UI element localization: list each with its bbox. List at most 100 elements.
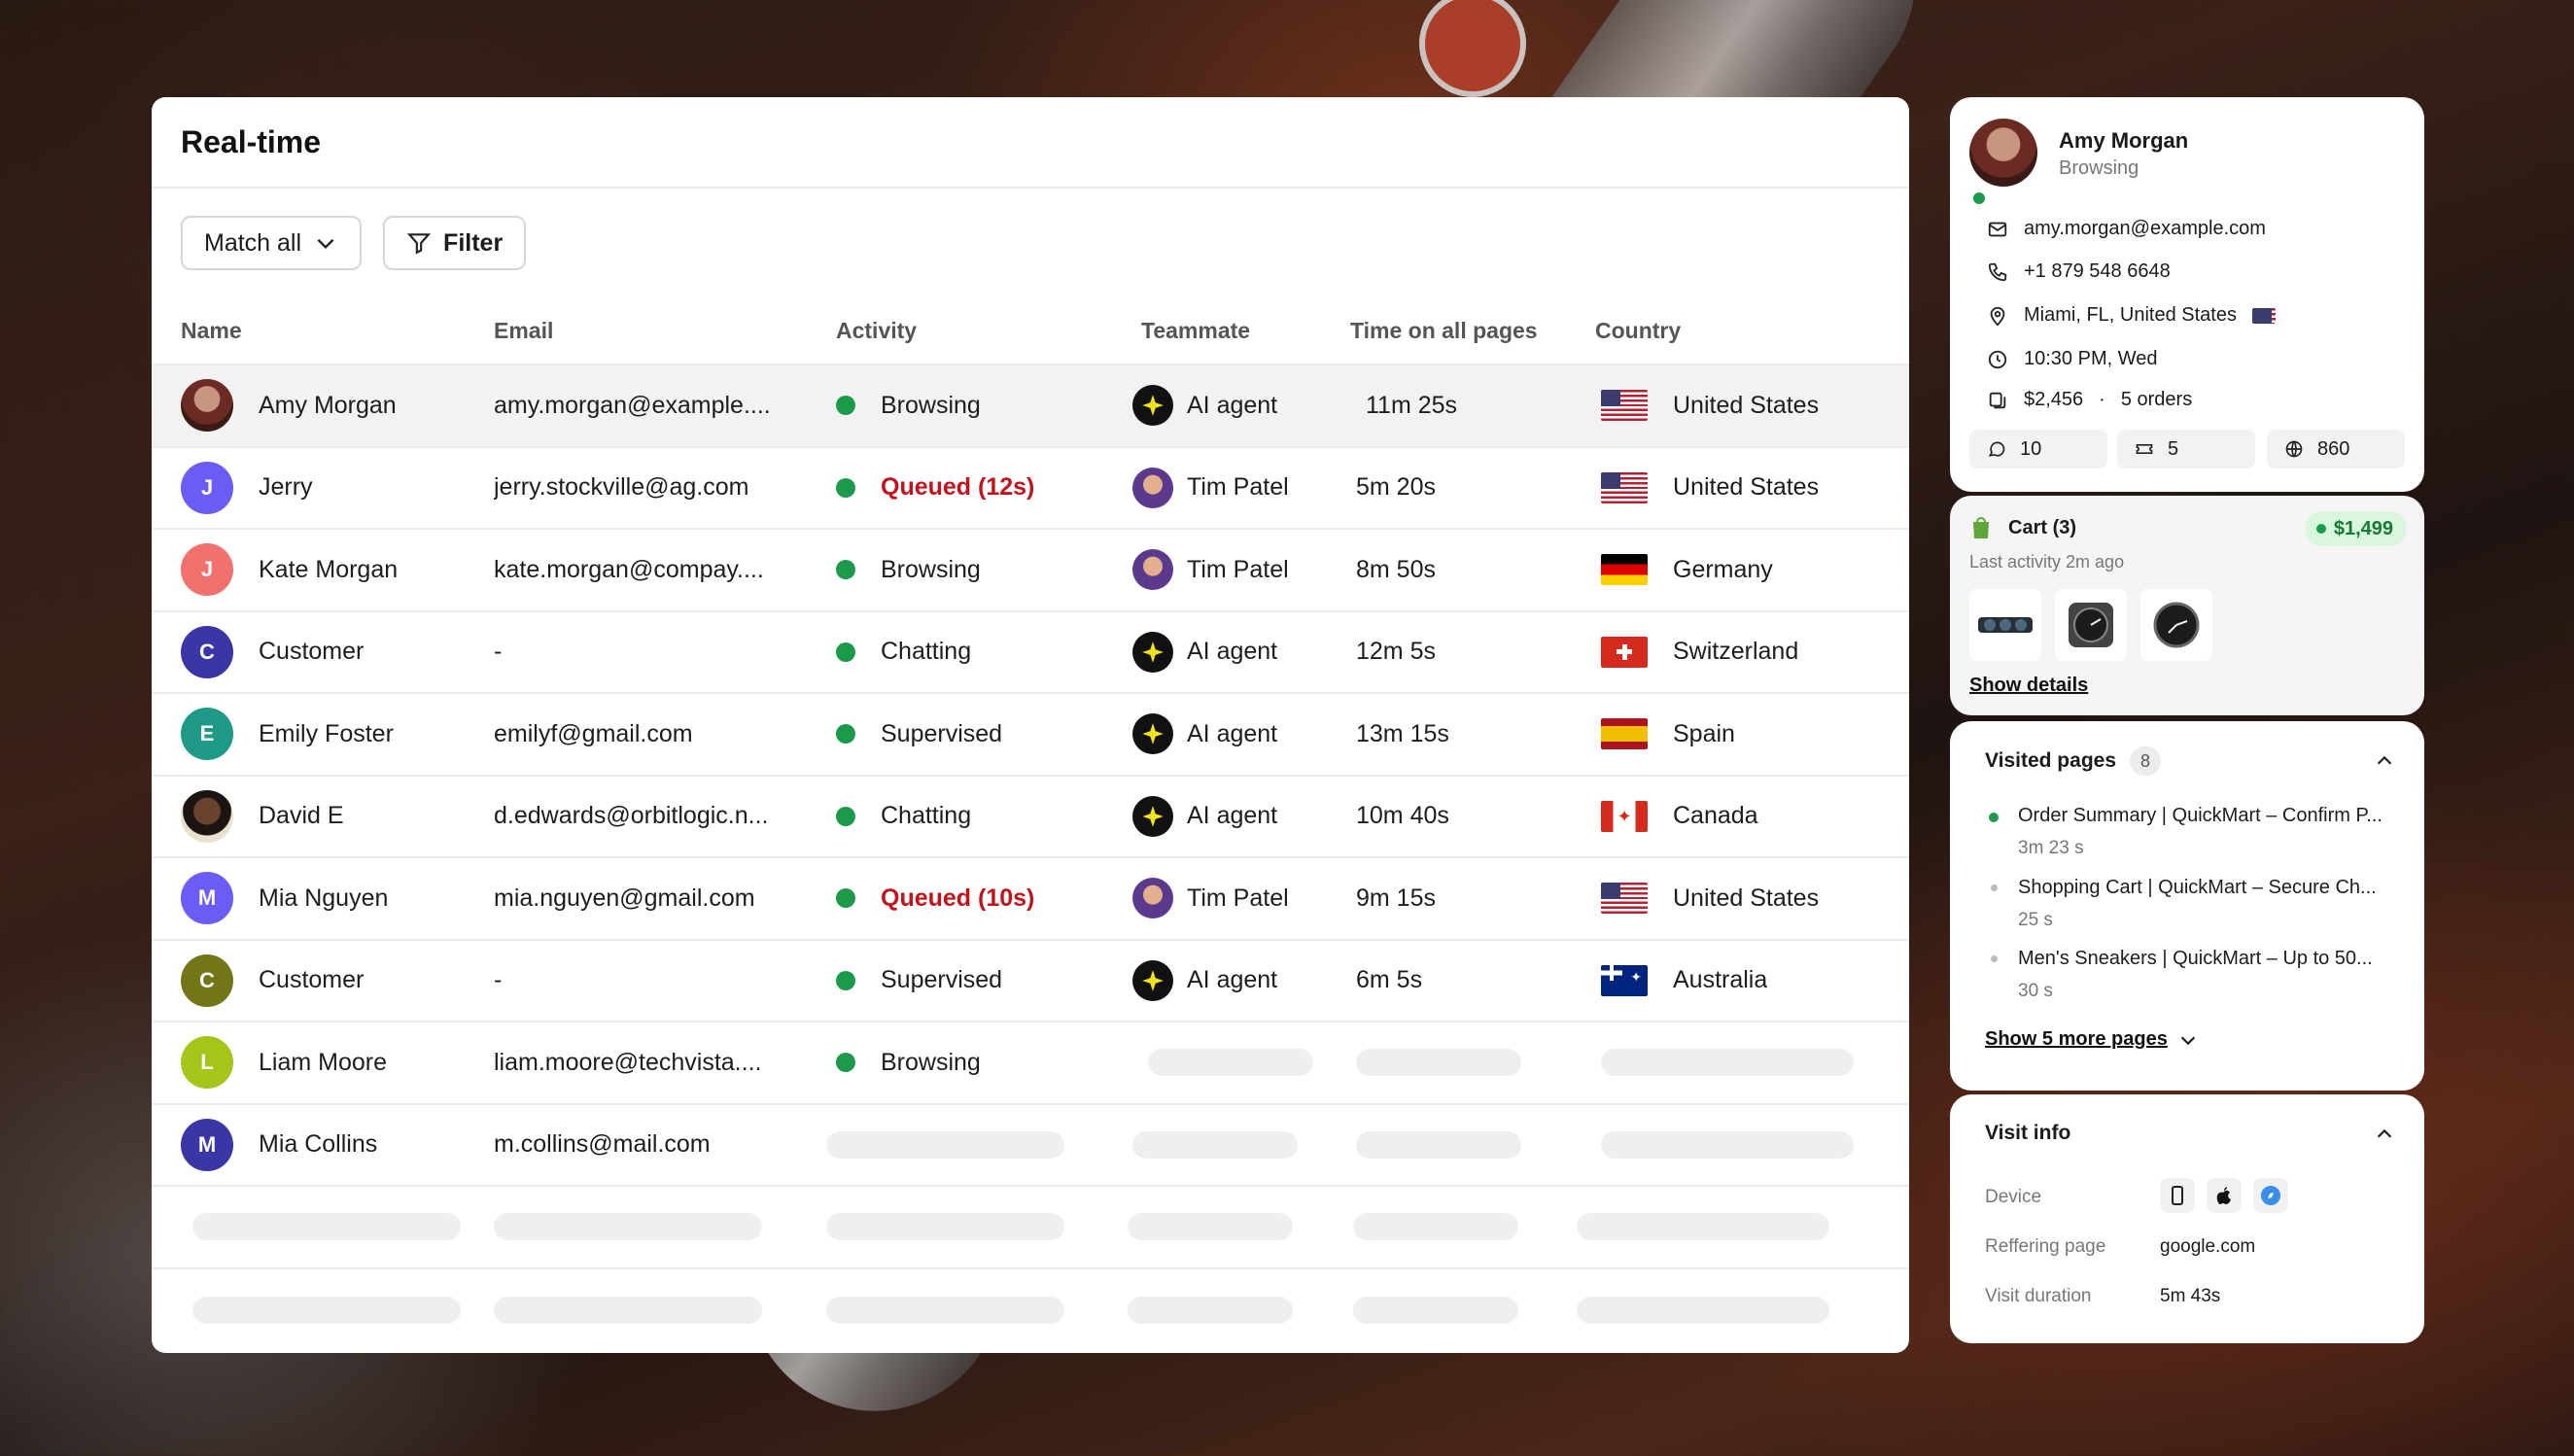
visitor-email: mia.nguyen@gmail.com — [494, 884, 755, 912]
visited-page-title[interactable]: Shopping Cart | QuickMart – Secure Ch... — [2018, 877, 2397, 899]
visitor-name: Liam Moore — [259, 1048, 387, 1076]
table-row[interactable]: C Customer - Supervised AI agent 6m 5s Au… — [152, 941, 1909, 1023]
online-status-dot — [836, 888, 855, 909]
chevron-up-icon[interactable] — [2374, 750, 2395, 772]
chat-bubble-icon — [1988, 441, 2005, 457]
referring-page-value[interactable]: google.com — [2160, 1236, 2255, 1258]
visitor-name: Customer — [259, 966, 365, 994]
time-on-pages: 11m 25s — [1366, 391, 1458, 419]
online-status-dot — [836, 396, 855, 416]
loading-placeholder — [1577, 1296, 1829, 1324]
table-row[interactable]: Amy Morgan amy.morgan@example.... Browsi… — [152, 365, 1909, 448]
ai-agent-icon — [1132, 713, 1173, 755]
tickets-stat[interactable]: 5 — [2117, 430, 2255, 468]
profile-email[interactable]: amy.morgan@example.com — [2024, 218, 2266, 240]
loading-placeholder — [192, 1296, 461, 1324]
column-header-time[interactable]: Time on all pages — [1350, 318, 1595, 344]
loading-placeholder — [192, 1213, 461, 1241]
table-row[interactable]: M Mia Collins m.collins@mail.com — [152, 1105, 1909, 1187]
activity-status: Queued (12s) — [881, 473, 1035, 502]
loading-placeholder — [826, 1296, 1064, 1324]
visited-pages-header[interactable]: Visited pages 8 — [1985, 746, 2162, 776]
visited-page-title[interactable]: Men's Sneakers | QuickMart – Up to 50... — [2018, 948, 2397, 970]
visited-page-title[interactable]: Order Summary | QuickMart – Confirm P... — [2018, 805, 2397, 827]
table-row[interactable]: C Customer - Chatting AI agent 12m 5s Swi… — [152, 612, 1909, 694]
table-row[interactable]: J Kate Morgan kate.morgan@compay.... Brow… — [152, 530, 1909, 612]
table-row[interactable]: David E d.edwards@orbitlogic.n... Chatti… — [152, 777, 1909, 858]
teammate-name: AI agent — [1187, 391, 1278, 419]
location-pin-icon — [1990, 306, 2005, 326]
activity-status: Supervised — [881, 719, 1003, 747]
profile-status: Browsing — [2059, 157, 2139, 179]
phone-icon — [1988, 262, 2007, 281]
table-row[interactable]: E Emily Foster emilyf@gmail.com Supervise… — [152, 694, 1909, 777]
table-row[interactable]: L Liam Moore liam.moore@techvista.... Bro… — [152, 1023, 1909, 1105]
toolbar: Match all Filter — [152, 189, 1909, 297]
avatar — [1969, 119, 2037, 187]
visited-pages-panel: Visited pages 8 Order Summary | QuickMar… — [1950, 721, 2424, 1091]
match-all-dropdown[interactable]: Match all — [181, 216, 363, 270]
online-status-dot — [1971, 191, 1987, 206]
cart-item-thumbnail[interactable] — [2140, 589, 2212, 661]
online-status-dot — [836, 1053, 855, 1073]
orders-icon — [1989, 392, 2006, 408]
loading-placeholder — [1353, 1296, 1518, 1324]
us-flag-icon — [1601, 390, 1648, 422]
table-row[interactable]: M Mia Nguyen mia.nguyen@gmail.com Queued … — [152, 858, 1909, 941]
status-dot — [2315, 524, 2326, 534]
column-header-activity[interactable]: Activity — [836, 318, 1141, 344]
visitor-name: Customer — [259, 638, 365, 666]
product-image-icon — [2153, 602, 2200, 648]
profile-phone[interactable]: +1 879 548 6648 — [2024, 260, 2171, 283]
germany-flag-icon — [1601, 554, 1648, 586]
us-flag-icon — [1601, 471, 1648, 503]
avatar: E — [181, 708, 233, 761]
visit-info-title[interactable]: Visit info — [1985, 1122, 2070, 1145]
show-more-pages-button[interactable]: Show 5 more pages — [1985, 1028, 2199, 1051]
loading-placeholder — [1601, 1049, 1854, 1077]
time-on-pages: 5m 20s — [1356, 473, 1436, 502]
country-name: United States — [1673, 473, 1820, 502]
visitor-profile-panel: Amy Morgan Browsing amy.morgan@example.c… — [1950, 97, 2424, 492]
cart-item-thumbnail[interactable] — [2055, 589, 2127, 661]
teammate-name: AI agent — [1187, 802, 1278, 830]
country-name: Canada — [1673, 802, 1758, 830]
table-row[interactable]: J Jerry jerry.stockville@ag.com Queued (1… — [152, 448, 1909, 530]
background-emblem — [1419, 0, 1526, 97]
filter-button[interactable]: Filter — [383, 216, 527, 270]
loading-placeholder — [1356, 1049, 1521, 1077]
show-details-link[interactable]: Show details — [1969, 675, 2088, 697]
avatar: C — [181, 953, 233, 1007]
filter-icon — [406, 233, 432, 255]
column-header-country[interactable]: Country — [1595, 318, 1887, 344]
time-on-pages: 9m 15s — [1356, 884, 1436, 912]
visits-stat[interactable]: 860 — [2267, 430, 2405, 468]
column-header-email[interactable]: Email — [494, 318, 836, 344]
loading-placeholder — [1128, 1296, 1293, 1324]
clock-icon — [1988, 350, 2007, 368]
chats-stat[interactable]: 10 — [1969, 430, 2107, 468]
loading-placeholder — [494, 1213, 762, 1241]
card-header: Real-time — [152, 97, 1909, 189]
chevron-up-icon[interactable] — [2374, 1124, 2395, 1145]
ai-agent-icon — [1132, 795, 1173, 837]
cart-last-activity: Last activity 2m ago — [1969, 552, 2125, 572]
referring-page-label: Reffering page — [1985, 1236, 2106, 1257]
visitor-email: emilyf@gmail.com — [494, 719, 693, 747]
ai-agent-icon — [1132, 385, 1173, 427]
mobile-device-icon — [2160, 1178, 2195, 1213]
separator-dot: · — [2099, 389, 2105, 410]
device-label: Device — [1985, 1187, 2042, 1207]
teammate-name: Tim Patel — [1187, 884, 1289, 912]
page-title: Real-time — [181, 124, 322, 159]
column-header-teammate[interactable]: Teammate — [1141, 318, 1350, 344]
cart-total-badge: $1,499 — [2304, 511, 2407, 546]
orders-row: $2,456 · 5 orders — [1987, 389, 2192, 411]
profile-name: Amy Morgan — [2059, 128, 2189, 153]
cart-item-thumbnail[interactable] — [1969, 589, 2041, 661]
country-name: Switzerland — [1673, 638, 1799, 666]
visited-pages-title: Visited pages — [1985, 749, 2117, 772]
column-header-name[interactable]: Name — [152, 318, 494, 344]
email-row: amy.morgan@example.com — [1987, 218, 2266, 240]
loading-placeholder — [826, 1213, 1064, 1241]
